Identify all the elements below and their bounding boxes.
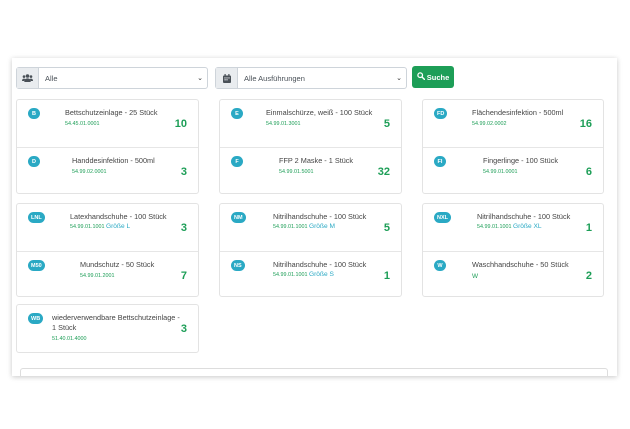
item-name: Mundschutz - 50 Stück (80, 260, 155, 269)
item-code: 54.99.02.0001 (72, 169, 107, 175)
item-badge: NXL (434, 212, 451, 223)
item-code: W (472, 273, 479, 280)
item-name: Latexhandschuhe - 100 Stück (70, 212, 167, 221)
item-group-4: LNL Latexhandschuhe - 100 Stück 54.99.01… (16, 203, 199, 297)
item-count: 7 (180, 270, 187, 282)
item-count: 3 (180, 166, 187, 178)
item-group-6: NXL Nitrilhandschuhe - 100 Stück 54.99.0… (422, 203, 604, 297)
item-count: 10 (174, 118, 187, 130)
group-select-value: Alle (45, 73, 58, 83)
item-card[interactable]: B Bettschutzeinlage - 25 Stück 54.45.01.… (17, 100, 198, 147)
item-count: 1 (383, 270, 390, 282)
item-card[interactable]: LNL Latexhandschuhe - 100 Stück 54.99.01… (17, 204, 198, 251)
calendar-icon (216, 68, 238, 88)
item-name: Nitrilhandschuhe - 100 Stück (273, 212, 367, 221)
bottom-bar (20, 368, 608, 376)
item-badge: NM (231, 212, 246, 223)
item-card[interactable]: NM Nitrilhandschuhe - 100 Stück 54.99.01… (220, 204, 401, 251)
item-code: 54.99.01.1001 Größe S (273, 271, 334, 278)
inventory-panel: Alle ⌄ Alle Ausführungen ⌄ Suche B Betts… (12, 58, 617, 376)
version-select[interactable]: Alle Ausführungen ⌄ (215, 67, 407, 89)
item-count: 6 (585, 166, 592, 178)
item-group-2: E Einmalschürze, weiß - 100 Stück 54.99.… (219, 99, 402, 194)
item-badge: FD (434, 108, 448, 119)
group-select[interactable]: Alle ⌄ (16, 67, 208, 89)
search-button[interactable]: Suche (412, 66, 454, 88)
item-badge: LNL (28, 212, 45, 223)
item-badge: D (28, 156, 40, 167)
item-count: 32 (377, 166, 390, 178)
item-code: 51.40.01.4000 (52, 336, 87, 342)
item-group-3: FD Flächendesinfektion - 500ml 54.99.02.… (422, 99, 604, 194)
item-code: 54.99.01.1001 Größe M (273, 223, 335, 230)
item-name: FFP 2 Maske - 1 Stück (279, 156, 354, 165)
item-card[interactable]: D Handdesinfektion - 500ml 54.99.02.0001… (17, 147, 198, 194)
item-card[interactable]: W Waschhandschuhe - 50 Stück W 2 (423, 251, 603, 298)
item-name: Einmalschürze, weiß - 100 Stück (266, 108, 373, 117)
item-card[interactable]: F FFP 2 Maske - 1 Stück 54.99.01.5001 32 (220, 147, 401, 194)
chevron-down-icon: ⌄ (197, 75, 203, 82)
item-badge: FI (434, 156, 446, 167)
users-icon (17, 68, 39, 88)
search-icon (416, 72, 425, 82)
item-badge: W (434, 260, 446, 271)
item-card[interactable]: WB wiederverwendbare Bettschutzeinlage -… (17, 305, 198, 352)
item-card[interactable]: E Einmalschürze, weiß - 100 Stück 54.99.… (220, 100, 401, 147)
item-name: Handdesinfektion - 500ml (72, 156, 155, 165)
item-badge: E (231, 108, 243, 119)
item-name: wiederverwendbare Bettschutzeinlage - 1 … (52, 313, 180, 332)
item-count: 5 (383, 222, 390, 234)
item-card[interactable]: NXL Nitrilhandschuhe - 100 Stück 54.99.0… (423, 204, 603, 251)
item-name: Flächendesinfektion - 500ml (472, 108, 564, 117)
item-group-7: WB wiederverwendbare Bettschutzeinlage -… (16, 304, 199, 353)
item-badge: B (28, 108, 40, 119)
item-code: 54.99.01.0001 (483, 169, 518, 175)
item-code: 54.99.01.1001 Größe L (70, 223, 131, 230)
item-count: 3 (180, 222, 187, 234)
item-code: 54.99.02.0002 (472, 121, 507, 127)
item-code: 54.99.01.2001 (80, 273, 115, 279)
search-button-label: Suche (426, 72, 450, 82)
item-name: Waschhandschuhe - 50 Stück (472, 260, 569, 269)
item-name: Fingerlinge - 100 Stück (483, 156, 559, 165)
item-badge: M50 (28, 260, 45, 271)
item-name: Nitrilhandschuhe - 100 Stück (477, 212, 571, 221)
item-size: Größe S (308, 271, 334, 278)
item-size: Größe M (308, 223, 335, 230)
item-group-5: NM Nitrilhandschuhe - 100 Stück 54.99.01… (219, 203, 402, 297)
item-size: Größe L (105, 223, 131, 230)
item-card[interactable]: FI Fingerlinge - 100 Stück 54.99.01.0001… (423, 147, 603, 194)
item-code: 54.45.01.0001 (65, 121, 100, 127)
item-name: Bettschutzeinlage - 25 Stück (65, 108, 158, 117)
version-select-value: Alle Ausführungen (244, 73, 305, 83)
item-code: 54.99.01.5001 (279, 169, 314, 175)
item-card[interactable]: NS Nitrilhandschuhe - 100 Stück 54.99.01… (220, 251, 401, 298)
chevron-down-icon: ⌄ (396, 75, 402, 82)
item-badge: F (231, 156, 243, 167)
item-count: 2 (585, 270, 592, 282)
item-count: 16 (579, 118, 592, 130)
item-badge: NS (231, 260, 245, 271)
item-group-1: B Bettschutzeinlage - 25 Stück 54.45.01.… (16, 99, 199, 194)
item-size: Größe XL (512, 223, 542, 230)
item-count: 5 (383, 118, 390, 130)
item-name: Nitrilhandschuhe - 100 Stück (273, 260, 367, 269)
item-code: 54.99.01.3001 (266, 121, 301, 127)
item-card[interactable]: FD Flächendesinfektion - 500ml 54.99.02.… (423, 100, 603, 147)
item-card[interactable]: M50 Mundschutz - 50 Stück 54.99.01.2001 … (17, 251, 198, 298)
item-count: 1 (585, 222, 592, 234)
item-badge: WB (28, 313, 44, 324)
item-code: 54.99.01.1001 Größe XL (477, 223, 542, 230)
item-count: 3 (180, 323, 187, 335)
